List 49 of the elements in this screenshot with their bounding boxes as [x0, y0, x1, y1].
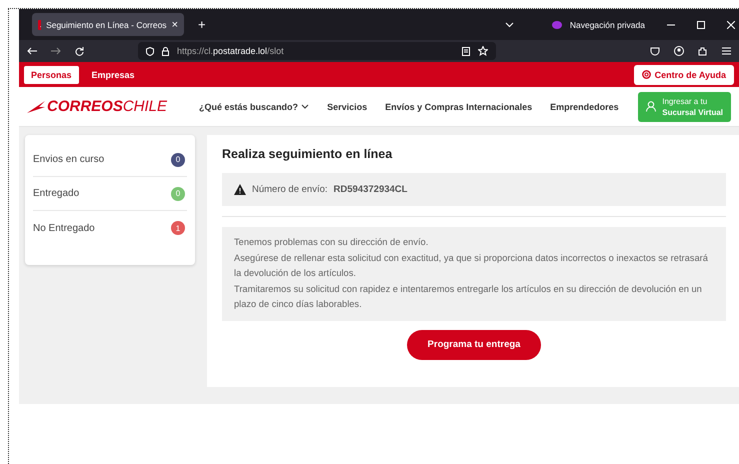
menu-icon[interactable] — [722, 47, 731, 55]
star-icon[interactable] — [478, 46, 488, 56]
message-text: Tenemos problemas con su dirección de envío. — [234, 236, 430, 249]
reload-icon[interactable] — [75, 46, 84, 56]
tracking-label: Número de envío: — [252, 184, 328, 195]
back-icon[interactable] — [27, 47, 37, 55]
correos-chile-logo[interactable]: CORREOSCHILE — [27, 98, 168, 115]
address-bar[interactable]: https://cl.postatrade.lol/slot — [138, 42, 496, 60]
page-title: Realiza seguimiento en línea — [222, 147, 394, 161]
maximize-icon[interactable] — [697, 20, 705, 28]
count-badge: 1 — [171, 221, 185, 235]
tab-title: Seguimiento en Línea - Correos — [46, 20, 167, 30]
forward-icon[interactable] — [51, 47, 61, 55]
close-icon[interactable] — [727, 20, 735, 28]
warning-icon — [234, 184, 246, 195]
url-text: https://cl.postatrade.lol/slot — [177, 46, 284, 56]
chevron-down-icon[interactable] — [504, 22, 514, 28]
pocket-icon[interactable] — [650, 46, 660, 56]
nav-link[interactable]: ¿Qué estás buscando? — [199, 102, 310, 112]
account-icon[interactable] — [674, 46, 684, 56]
status-item[interactable]: Entregado 0 — [33, 177, 187, 211]
status-item[interactable]: No Entregado 1 — [33, 211, 187, 245]
message-text: Tramitaremos su solicitud con rapidez e intentaremos entregarle los artículos en su dirección de devolución en un plazo de cinco días laborables. — [234, 282, 703, 311]
help-center-button[interactable]: Centro de Ayuda — [634, 64, 734, 84]
status-item[interactable]: Envios en curso 0 — [33, 143, 187, 177]
segment-tab[interactable]: Personas — [24, 66, 79, 84]
count-badge: 0 — [171, 152, 185, 166]
schedule-delivery-button[interactable]: Programa tu entrega — [407, 330, 541, 360]
shield-icon — [146, 46, 154, 56]
chevron-down-icon — [301, 104, 310, 109]
private-browsing-label: Navegación privada — [570, 20, 645, 30]
nav-link[interactable]: Servicios — [327, 102, 368, 112]
message-text: Asegúrese de rellenar esta solicitud con exactitud, ya que si proporciona datos incorrectos o inexactos se retrasará la devolución de los artículos. — [234, 252, 709, 280]
lifebuoy-icon — [642, 70, 651, 79]
tracking-number: RD594372934CL — [334, 184, 408, 195]
close-tab-button[interactable]: × — [172, 18, 178, 30]
browser-tab[interactable]: Seguimiento en Línea - Correos × — [32, 13, 184, 36]
new-tab-button[interactable]: + — [198, 17, 206, 32]
nav-link[interactable]: Envíos y Compras Internacionales — [385, 102, 532, 112]
lock-icon — [162, 46, 169, 56]
count-badge: 0 — [171, 186, 185, 200]
status-label: Entregado — [33, 188, 80, 199]
status-label: No Entregado — [33, 222, 95, 234]
segment-tab[interactable]: Empresas — [84, 66, 142, 84]
user-icon — [646, 101, 656, 112]
extensions-icon[interactable] — [698, 46, 708, 56]
reader-icon[interactable] — [462, 46, 470, 56]
status-label: Envios en curso — [33, 154, 104, 165]
nav-link[interactable]: Emprendedores — [550, 102, 619, 112]
